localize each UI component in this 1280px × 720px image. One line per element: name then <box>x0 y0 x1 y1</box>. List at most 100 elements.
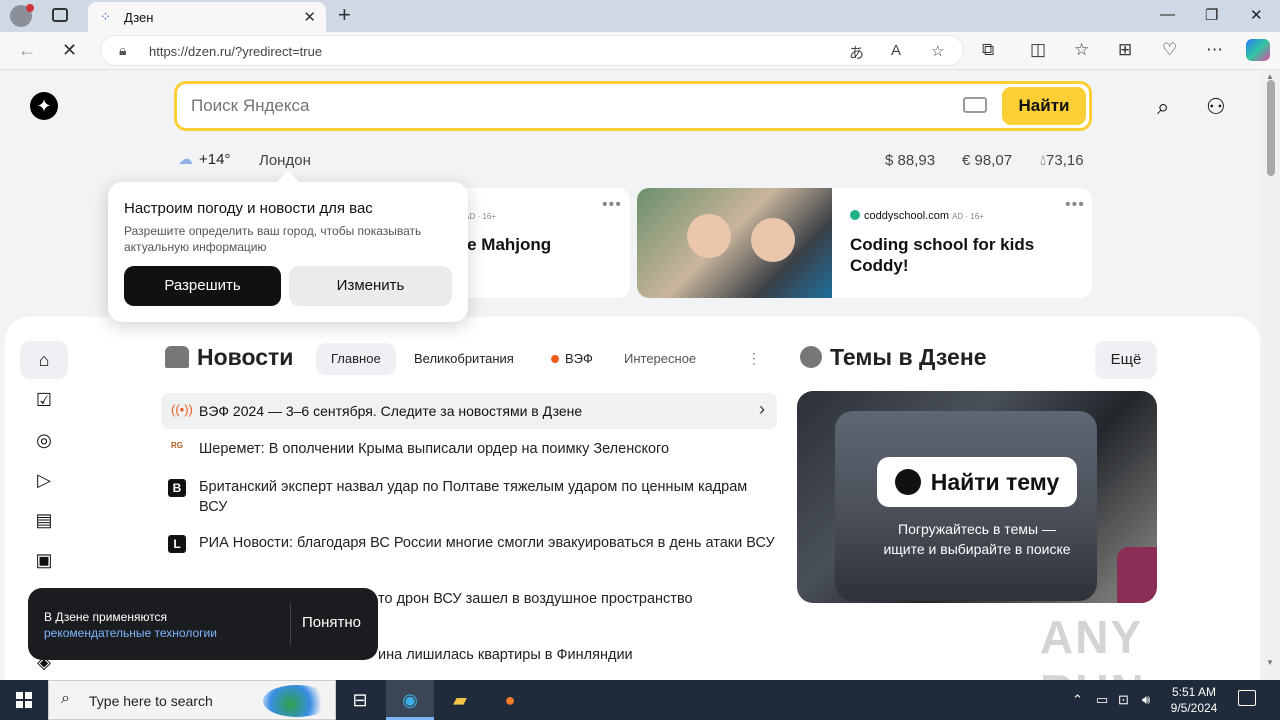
browser-tab[interactable]: ⁘ Дзен ✕ <box>88 2 326 32</box>
city-name[interactable]: Лондон <box>259 152 311 169</box>
ad-more-icon[interactable]: ••• <box>602 196 622 214</box>
page-viewport: ✦ Найти ⌕ ⚇ ☁ +14° Лондон $ 88,93 € 98,07… <box>0 70 1262 680</box>
address-bar[interactable]: 🔒︎ https://dzen.ru/?yredirect=true あ A ☆ <box>100 35 964 66</box>
news-heading[interactable]: Новости <box>165 344 293 371</box>
search-button[interactable]: Найти <box>1002 87 1086 125</box>
search-icon[interactable]: ⌕ <box>1157 94 1169 120</box>
news-banner[interactable]: ((•)) ВЭФ 2024 — 3–6 сентября. Следите з… <box>161 393 777 429</box>
eur-rate[interactable]: € 98,07 <box>962 152 1012 169</box>
news-tab-main[interactable]: Главное <box>316 343 396 375</box>
toast-text: В Дзене применяются рекомендательные тех… <box>44 610 217 641</box>
tab-close-icon[interactable]: ✕ <box>303 8 316 26</box>
edge-icon[interactable]: ◉ <box>386 680 434 720</box>
news-tab-vef[interactable]: ВЭФ <box>536 343 608 375</box>
lock-icon[interactable]: 🔒︎ <box>119 42 126 59</box>
user-icon[interactable]: ⚇ <box>1206 94 1226 120</box>
recommendation-toast: В Дзене применяются рекомендательные тех… <box>28 588 378 660</box>
allow-button[interactable]: Разрешить <box>124 266 281 306</box>
popup-description: Разрешите определить ваш город, чтобы по… <box>124 224 422 254</box>
news-tab-uk[interactable]: Великобритания <box>399 343 529 375</box>
battery-icon[interactable]: ▭ <box>1096 692 1108 708</box>
broadcast-icon: ((•)) <box>171 402 193 417</box>
url-text[interactable]: https://dzen.ru/?yredirect=true <box>149 44 322 59</box>
search-input[interactable] <box>191 96 891 116</box>
compass-icon <box>894 469 921 495</box>
news-title[interactable]: РИА Новости: благодаря ВС России многие … <box>199 533 779 553</box>
anyrun-watermark: ANY RUN <box>1040 611 1144 680</box>
themes-more-button[interactable]: Ещё <box>1095 341 1157 379</box>
translate-icon[interactable]: あ <box>849 42 864 63</box>
taskbar-search[interactable]: ⌕ Type here to search <box>48 680 336 720</box>
compass-icon[interactable]: ◎ <box>20 421 68 459</box>
news-source-icon: L <box>168 535 186 553</box>
chevron-right-icon: › <box>759 399 765 419</box>
tray-chevron-icon[interactable]: ⌃ <box>1072 692 1083 708</box>
ad-title[interactable]: me Mahjong <box>452 234 630 255</box>
minimize-icon[interactable]: — <box>1160 6 1175 23</box>
restore-icon[interactable]: ❐ <box>1205 6 1218 24</box>
new-tab-button[interactable]: + <box>338 3 351 27</box>
usd-rate[interactable]: $ 88,93 <box>885 152 935 169</box>
favorite-star-icon[interactable]: ☆ <box>931 42 944 60</box>
collections-icon[interactable]: ⊞ <box>1118 40 1132 60</box>
volume-icon[interactable]: 🔊︎ <box>1142 692 1150 708</box>
understood-button[interactable]: Понятно <box>302 614 361 631</box>
ad-more-icon[interactable]: ••• <box>1065 196 1085 214</box>
favorites-icon[interactable]: ☆ <box>1074 40 1089 60</box>
oil-rate[interactable]: 💧︎73,16 <box>1040 152 1084 169</box>
news-banner-text: ВЭФ 2024 — 3–6 сентября. Следите за ново… <box>199 403 583 419</box>
back-icon[interactable]: ← <box>18 40 36 61</box>
scroll-thumb[interactable] <box>1267 80 1275 176</box>
profile-avatar-icon[interactable] <box>10 4 34 27</box>
themes-description: Погружайтесь в темы — ищите и выбирайте … <box>883 521 1071 557</box>
copilot-icon[interactable] <box>1246 39 1270 61</box>
taskbar-search-placeholder: Type here to search <box>89 693 213 709</box>
address-toolbar: ← ✕ 🔒︎ https://dzen.ru/?yredirect=true あ… <box>0 32 1280 70</box>
find-theme-button[interactable]: Найти тему <box>877 457 1077 507</box>
ad-title[interactable]: Coding school for kids Coddy! <box>850 234 1090 276</box>
tab-actions-icon[interactable] <box>52 8 68 22</box>
page-scrollbar[interactable]: ▲ ▼ <box>1262 70 1280 680</box>
ad-card[interactable]: coddyschool.com AD · 16+ Coding school f… <box>637 188 1092 298</box>
news-source-icon: RG <box>168 441 186 459</box>
windows-start-icon[interactable] <box>16 692 32 708</box>
tab-title: Дзен <box>124 10 154 25</box>
settings-more-icon[interactable]: ⋯ <box>1206 40 1223 60</box>
compass-icon <box>800 346 822 368</box>
news-more-icon[interactable]: ⋮ <box>747 350 761 367</box>
stop-loading-icon[interactable]: ✕ <box>62 40 77 61</box>
tv-icon[interactable]: ▣ <box>20 541 68 579</box>
network-icon[interactable]: ⊡ <box>1118 692 1129 708</box>
search-highlight-icon <box>263 685 331 717</box>
file-explorer-icon[interactable]: ▰ <box>436 680 484 720</box>
themes-heading[interactable]: Темы в Дзене <box>800 344 987 371</box>
news-icon <box>165 346 189 368</box>
firefox-icon[interactable]: ● <box>486 680 534 720</box>
task-view-icon[interactable]: ⊟ <box>336 680 384 720</box>
popup-title: Настроим погоду и новости для вас <box>124 200 373 217</box>
scroll-down-icon[interactable]: ▼ <box>1266 658 1274 667</box>
recommendation-link[interactable]: рекомендательные технологии <box>44 625 217 641</box>
weather-widget[interactable]: ☁ +14° <box>178 150 230 168</box>
home-icon[interactable]: ⌂ <box>20 341 68 379</box>
split-screen-icon[interactable]: ◫ <box>1030 40 1046 60</box>
keyboard-icon[interactable] <box>963 97 987 113</box>
news-title[interactable]: Шеремет: В ополчении Крыма выписали орде… <box>199 439 779 459</box>
search-icon: ⌕ <box>61 690 70 707</box>
clock[interactable]: 5:51 AM 9/5/2024 <box>1168 684 1220 716</box>
news-title[interactable]: ина лишилась квартиры в Финляндии <box>378 645 958 665</box>
dzen-logo-icon[interactable]: ✦ <box>30 92 58 120</box>
notifications-icon[interactable] <box>1238 690 1256 706</box>
rain-cloud-icon: ☁ <box>178 151 193 168</box>
video-icon[interactable]: ▷ <box>20 461 68 499</box>
extensions-icon[interactable]: ⧉ <box>982 40 994 60</box>
browser-essentials-icon[interactable]: ♡ <box>1162 40 1177 60</box>
change-button[interactable]: Изменить <box>289 266 452 306</box>
subscriptions-icon[interactable]: ☑ <box>20 381 68 419</box>
themes-card[interactable]: Найти тему Погружайтесь в темы — ищите и… <box>797 391 1157 603</box>
articles-icon[interactable]: ▤ <box>20 501 68 539</box>
news-title[interactable]: Британский эксперт назвал удар по Полтав… <box>199 477 779 517</box>
window-close-icon[interactable]: ✕ <box>1250 6 1263 24</box>
read-aloud-icon[interactable]: A <box>891 42 901 59</box>
news-tab-interesting[interactable]: Интересное <box>609 343 711 375</box>
